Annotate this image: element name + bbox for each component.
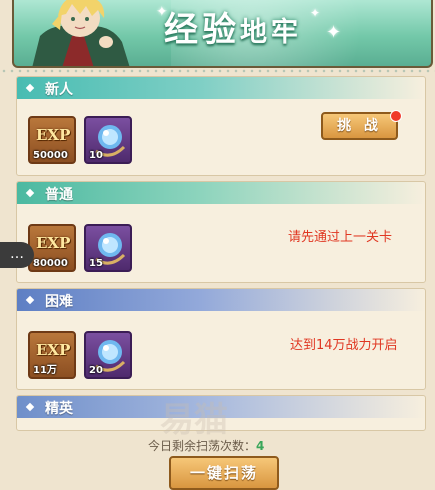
reward-quantity: 20: [89, 365, 103, 376]
section-header: 新人: [17, 77, 425, 99]
reward-exp[interactable]: EXP 11万: [28, 331, 76, 379]
chat-bubble-icon[interactable]: …: [0, 242, 34, 268]
header-banner: 经验地牢 ✦ ✦ ✦: [12, 0, 433, 68]
reward-exp[interactable]: EXP 80000: [28, 224, 76, 272]
diamond-icon: [25, 83, 35, 93]
sparkle-icon: ✦: [310, 6, 321, 20]
title-suffix: 地牢: [240, 17, 302, 48]
diamond-icon: [25, 402, 35, 412]
diamond-icon: [25, 295, 35, 305]
sweep-count-text: 今日剩余扫荡次数：4: [148, 437, 264, 454]
reward-exp[interactable]: EXP 50000: [28, 116, 76, 164]
reward-orb[interactable]: 20: [84, 331, 132, 379]
reward-quantity: 15: [89, 258, 103, 269]
exp-icon: EXP: [36, 126, 71, 144]
section-title: 新人: [45, 82, 73, 98]
exp-icon: EXP: [36, 234, 71, 252]
title-main: 经验: [164, 10, 240, 50]
sparkle-icon: ✦: [326, 22, 342, 43]
notification-dot: [390, 110, 402, 122]
reward-quantity: 50000: [33, 150, 68, 161]
sweep-count-value: 4: [256, 439, 265, 453]
reward-orb[interactable]: 10: [84, 116, 132, 164]
challenge-button[interactable]: 挑 战: [321, 112, 398, 140]
section-title: 普通: [45, 187, 73, 203]
reward-quantity: 80000: [33, 258, 68, 269]
sweep-count-label: 今日剩余扫荡次数：: [148, 439, 257, 453]
divider: [0, 66, 435, 76]
section-title: 精英: [45, 401, 73, 417]
section-header: 普通: [17, 182, 425, 204]
one-click-sweep-button[interactable]: 一键扫荡: [169, 456, 279, 490]
character-portrait: [32, 0, 130, 66]
section-title: 困难: [45, 294, 73, 310]
exp-icon: EXP: [36, 341, 71, 359]
reward-orb[interactable]: 15: [84, 224, 132, 272]
reward-quantity: 11万: [33, 365, 57, 376]
sparkle-icon: ✦: [156, 4, 168, 20]
reward-quantity: 10: [89, 150, 103, 161]
page-title: 经验地牢: [164, 2, 302, 51]
section-header: 困难: [17, 289, 425, 311]
diamond-icon: [25, 188, 35, 198]
unlock-requirement: 请先通过上一关卡: [288, 230, 393, 245]
unlock-requirement: 达到14万战力开启: [290, 338, 398, 353]
watermark: 易猫: [160, 400, 228, 440]
